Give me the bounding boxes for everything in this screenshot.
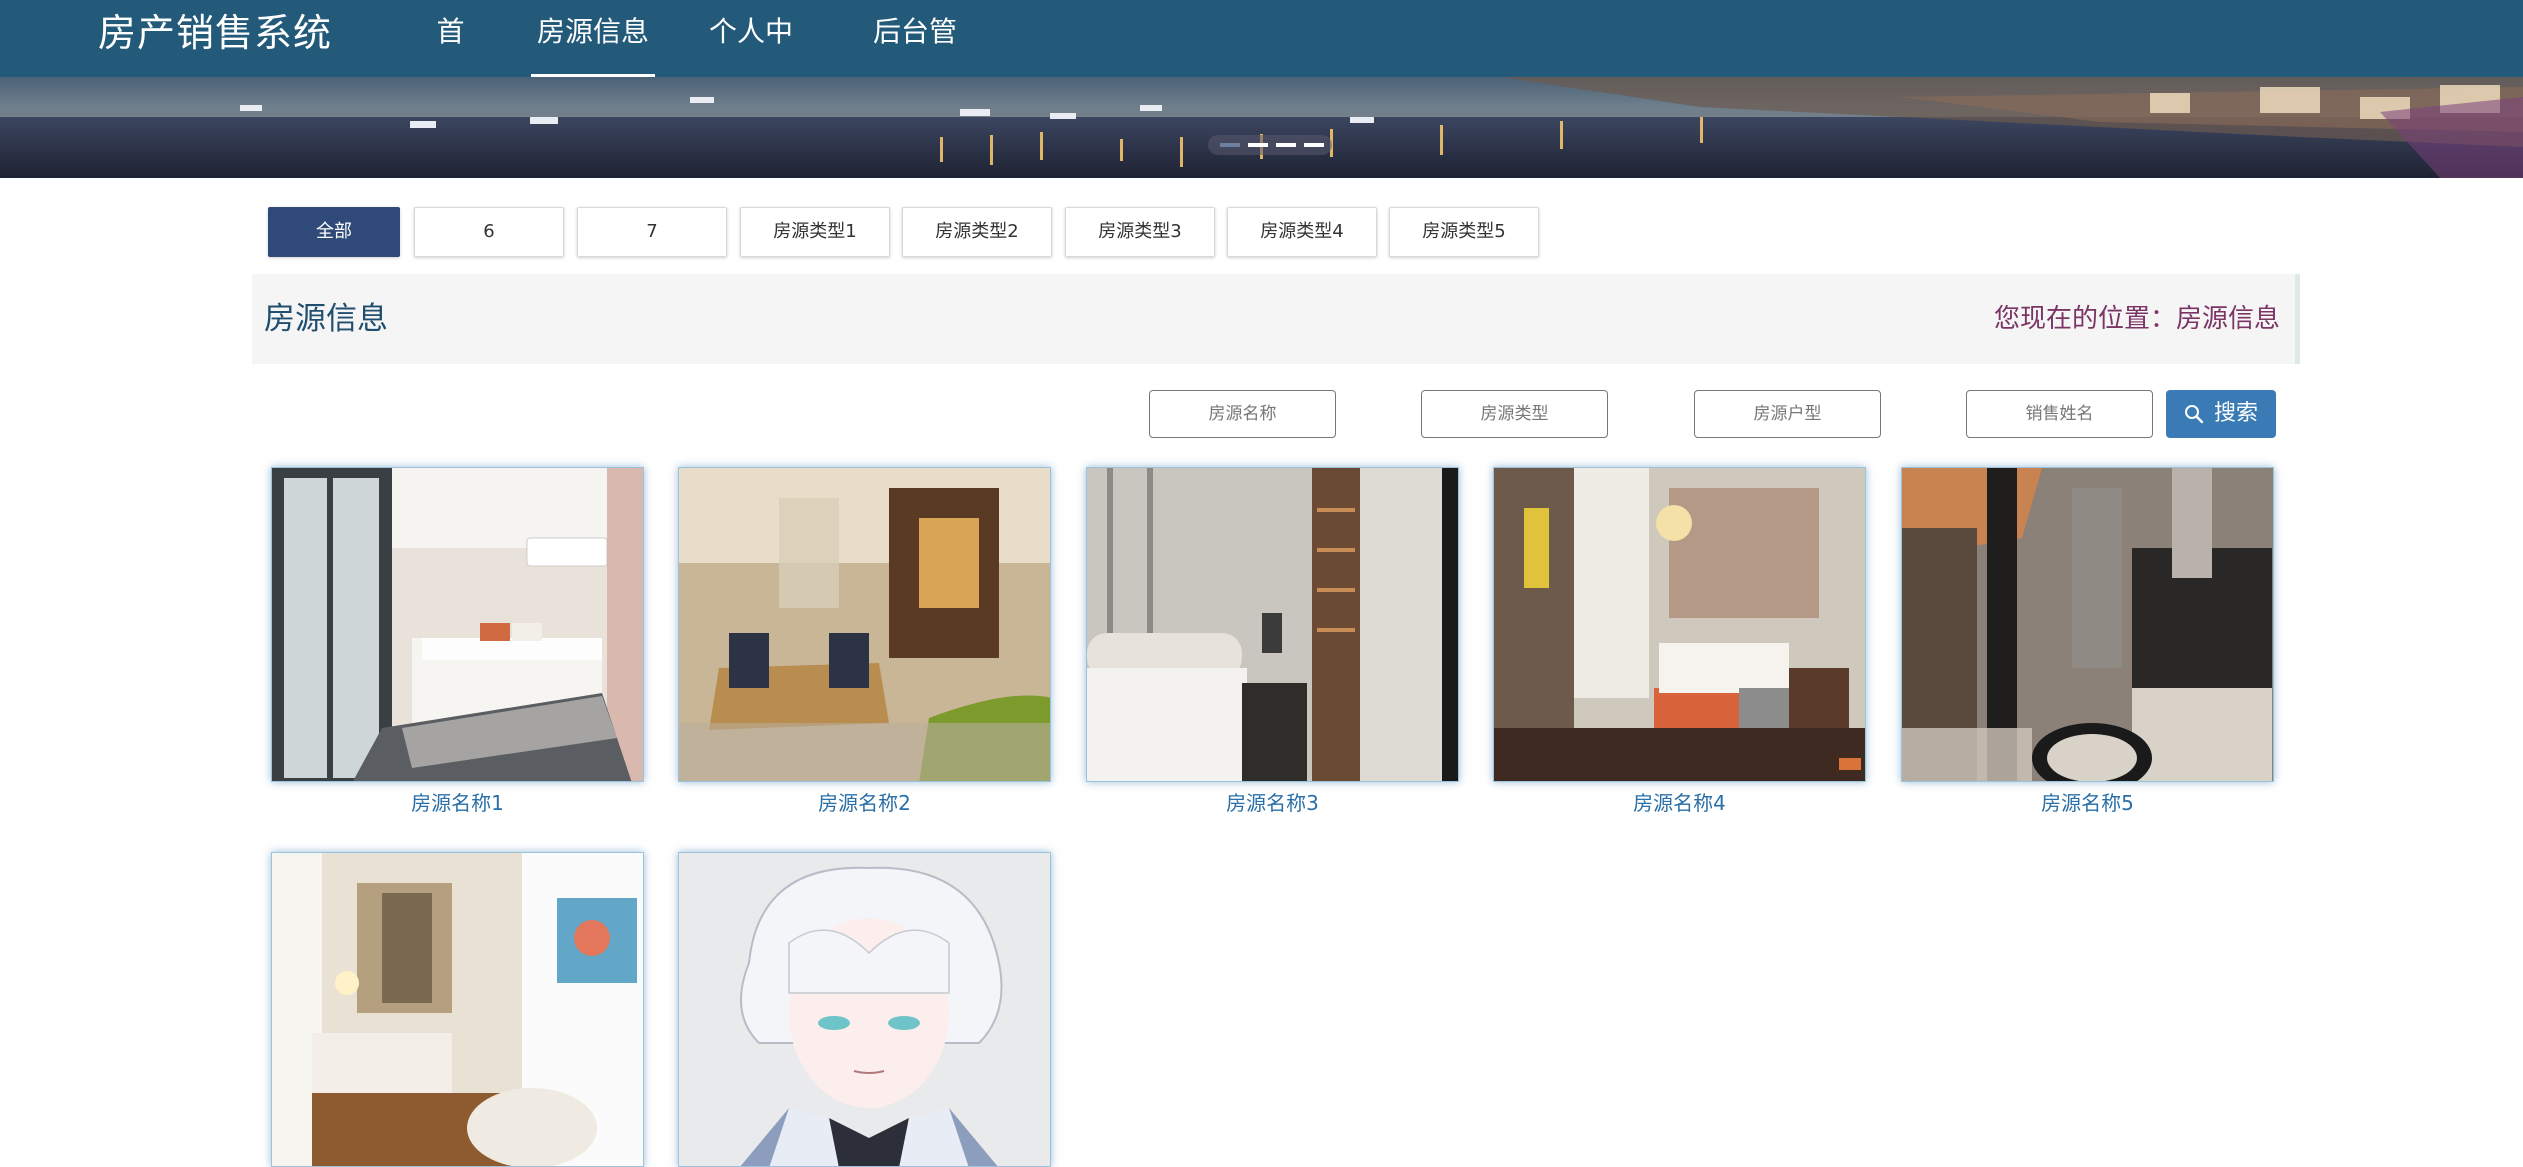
category-type-3[interactable]: 房源类型3 — [1065, 207, 1215, 257]
house-name-link[interactable]: 房源名称2 — [678, 787, 1051, 816]
house-photo[interactable] — [1901, 467, 2274, 782]
house-name-link[interactable]: 房源名称1 — [271, 787, 644, 816]
nav-listings[interactable]: 房源信息 — [531, 0, 655, 77]
category-all[interactable]: 全部 — [268, 207, 400, 257]
seller-name-input[interactable] — [1966, 390, 2153, 438]
carousel-indicators — [1208, 135, 1332, 155]
house-photo[interactable] — [271, 467, 644, 782]
category-6[interactable]: 6 — [414, 207, 564, 257]
category-type-2[interactable]: 房源类型2 — [902, 207, 1052, 257]
search-icon — [2185, 405, 2204, 424]
section-header: 房源信息 您现在的位置：房源信息 — [252, 274, 2300, 364]
search-button[interactable]: 搜索 — [2166, 390, 2276, 438]
nav-home[interactable]: 首页 — [423, 0, 478, 112]
category-7[interactable]: 7 — [577, 207, 727, 257]
carousel-dot-2[interactable] — [1248, 143, 1268, 147]
house-photo[interactable] — [678, 467, 1051, 782]
breadcrumb: 您现在的位置：房源信息 — [1993, 304, 2280, 334]
page-title: 房源信息 — [264, 301, 388, 337]
carousel-dot-1[interactable] — [1220, 143, 1240, 147]
house-layout-input[interactable] — [1694, 390, 1881, 438]
house-name-link[interactable]: 房源名称3 — [1086, 787, 1459, 816]
category-type-4[interactable]: 房源类型4 — [1227, 207, 1377, 257]
nav-admin[interactable]: 后台管理 — [860, 0, 970, 112]
carousel-dot-4[interactable] — [1304, 143, 1324, 147]
house-photo[interactable] — [271, 852, 644, 1167]
category-type-1[interactable]: 房源类型1 — [740, 207, 890, 257]
nav-personal-center[interactable]: 个人中心 — [696, 0, 806, 112]
house-name-link[interactable]: 房源名称5 — [1901, 787, 2274, 816]
carousel-dot-3[interactable] — [1276, 143, 1296, 147]
house-name-input[interactable] — [1149, 390, 1336, 438]
search-button-label: 搜索 — [2214, 401, 2259, 426]
banner-carousel[interactable] — [0, 77, 2523, 178]
site-title: 房产销售系统 — [98, 11, 333, 55]
top-navbar: 房产销售系统 首页 房源信息 个人中心 后台管理 — [0, 0, 2523, 112]
house-photo[interactable] — [678, 852, 1051, 1167]
house-photo[interactable] — [1086, 467, 1459, 782]
house-type-input[interactable] — [1421, 390, 1608, 438]
house-name-link[interactable]: 房源名称4 — [1493, 787, 1866, 816]
banner-harbor-image — [0, 77, 2523, 178]
house-photo[interactable] — [1493, 467, 1866, 782]
category-type-5[interactable]: 房源类型5 — [1389, 207, 1539, 257]
